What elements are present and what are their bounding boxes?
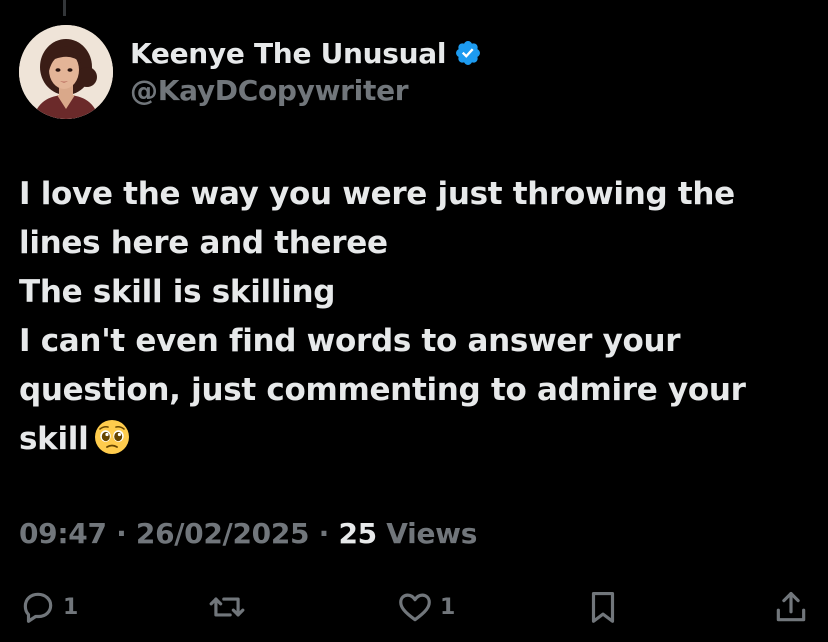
like-count: 1 [440, 594, 456, 620]
post-text-line: I love the way you were just throwing th… [19, 176, 735, 212]
post-text-line: I can't even find words to answer your [19, 323, 681, 359]
post-text-line: lines here and theree [19, 225, 388, 261]
like-button[interactable]: 1 [396, 585, 455, 629]
reply-button[interactable]: 1 [19, 585, 78, 629]
post-metadata: 09:47 · 26/02/2025 · 25 Views [19, 517, 477, 550]
share-icon [776, 591, 806, 622]
post-header: Keenye The Unusual @KayDCopywriter [130, 34, 482, 107]
bookmark-button[interactable] [584, 585, 622, 629]
repost-button[interactable] [208, 585, 246, 629]
pleading-face-emoji-icon [95, 420, 130, 454]
post-action-bar: 1 1 [0, 585, 828, 629]
thread-connector-line [63, 0, 66, 16]
profile-avatar-icon [19, 25, 113, 119]
share-button[interactable] [772, 585, 810, 629]
avatar[interactable] [19, 25, 113, 119]
meta-separator: · [318, 517, 330, 550]
post-body: I love the way you were just throwing th… [19, 170, 799, 464]
author-handle[interactable]: @KayDCopywriter [130, 74, 482, 107]
views-label: Views [386, 517, 478, 550]
post-text-last-line: skill [19, 415, 799, 464]
author-name-row[interactable]: Keenye The Unusual [130, 34, 482, 72]
reply-icon [23, 592, 53, 623]
repost-icon [209, 597, 245, 617]
author-display-name[interactable]: Keenye The Unusual [130, 37, 446, 70]
meta-separator: · [116, 517, 127, 550]
post-time[interactable]: 09:47 [19, 517, 107, 550]
heart-icon [399, 593, 431, 622]
post-text-line: The skill is skilling [19, 274, 336, 310]
reply-count: 1 [63, 594, 79, 620]
views-count: 25 [338, 517, 377, 550]
bookmark-icon [591, 591, 615, 623]
post-text-line: skill [19, 421, 89, 457]
verified-badge-icon[interactable] [454, 39, 482, 67]
post-text-line: question, just commenting to admire your [19, 372, 746, 408]
post-date[interactable]: 26/02/2025 [136, 517, 310, 550]
